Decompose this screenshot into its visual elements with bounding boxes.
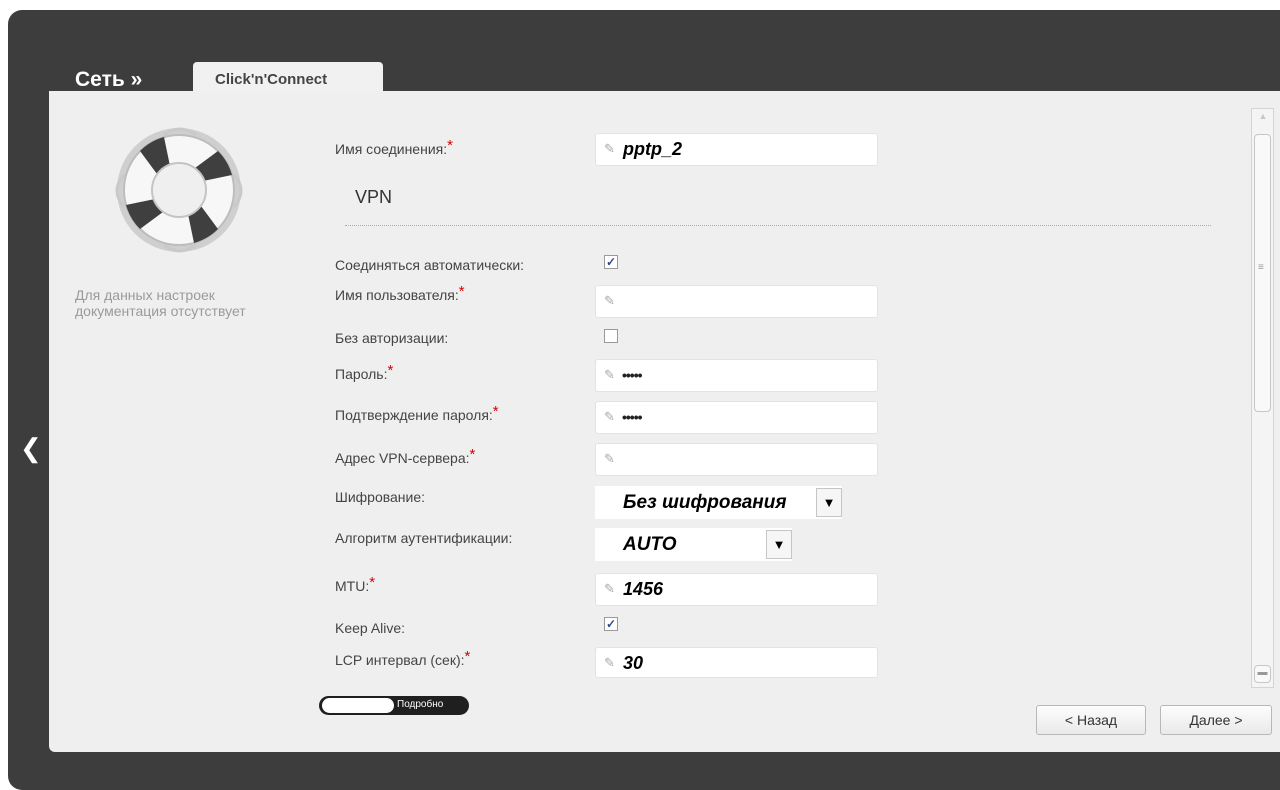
pencil-icon: ✎ [604,409,615,424]
password-confirm-input[interactable]: ✎ ••••• [595,401,878,434]
pencil-icon: ✎ [604,451,615,466]
keep-alive-checkbox[interactable]: ✓ [604,617,618,631]
label-auto-connect: Соединяться автоматически: [335,257,525,273]
label-mtu: MTU:* [335,574,376,594]
username-input[interactable]: ✎ [595,285,878,318]
label-auth-algorithm: Алгоритм аутентификации: [335,530,513,546]
label-lcp-interval: LCP интервал (сек):* [335,648,471,668]
label-password-confirm: Подтверждение пароля:* [335,403,499,423]
auto-connect-checkbox[interactable]: ✓ [604,255,618,269]
chevron-down-icon[interactable]: ▼ [766,530,792,559]
tab-label: Click'n'Connect [215,71,328,88]
pencil-icon: ✎ [604,581,615,596]
doc-note: Для данных настроек документация отсутст… [75,287,246,319]
back-button[interactable]: < Назад [1036,705,1146,735]
label-encryption: Шифрование: [335,489,426,505]
chevron-down-icon[interactable]: ▼ [816,488,842,517]
grip-icon: ≡ [1258,262,1264,273]
lcp-interval-input[interactable]: ✎ 30 [595,647,878,678]
connection-name-input[interactable]: ✎ pptp_2 [595,133,878,166]
label-no-auth: Без авторизации: [335,330,449,346]
section-title-vpn: VPN [355,187,393,207]
pencil-icon: ✎ [604,655,615,670]
scroll-up-icon[interactable]: ▲ [1256,111,1270,125]
vpn-server-input[interactable]: ✎ [595,443,878,476]
scroll-thumb[interactable]: ≡ [1254,134,1271,412]
next-button[interactable]: Далее > [1160,705,1272,735]
no-auth-checkbox[interactable] [604,329,618,343]
scroll-down-icon[interactable]: ▬ [1254,665,1271,683]
mtu-input[interactable]: ✎ 1456 [595,573,878,606]
section-divider [345,225,1211,226]
vertical-scrollbar[interactable]: ▲ ≡ ▬ [1251,108,1274,688]
auth-algorithm-select[interactable]: AUTO ▼ [595,528,792,561]
details-toggle[interactable]: Подробно [319,696,469,715]
label-password: Пароль:* [335,362,394,382]
password-input[interactable]: ✎ ••••• [595,359,878,392]
pencil-icon: ✎ [604,367,615,382]
label-username: Имя пользователя:* [335,283,465,303]
label-connection-name: Имя соединения:* [335,137,453,157]
lifebuoy-icon [115,127,243,253]
pencil-icon: ✎ [604,293,615,308]
label-vpn-server: Адрес VPN-сервера:* [335,446,476,466]
pencil-icon: ✎ [604,141,615,156]
breadcrumb[interactable]: Сеть » [75,68,142,92]
toggle-knob [322,698,394,713]
label-keep-alive: Keep Alive: [335,620,406,636]
chevron-left-icon[interactable]: ❮ [20,433,42,463]
encryption-select[interactable]: Без шифрования ▼ [595,486,842,519]
